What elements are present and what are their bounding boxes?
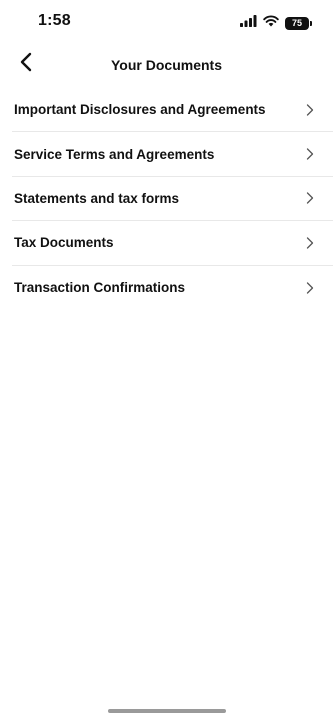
status-bar: 1:58 75 (0, 0, 333, 44)
chevron-right-icon (303, 103, 317, 117)
documents-list: Important Disclosures and Agreements Ser… (0, 88, 333, 310)
list-item-label: Transaction Confirmations (14, 280, 186, 296)
chevron-right-icon (303, 147, 317, 161)
header: Your Documents (0, 48, 333, 84)
home-indicator[interactable] (108, 709, 226, 713)
status-icons: 75 (240, 14, 312, 32)
chevron-right-icon (303, 281, 317, 295)
status-time: 1:58 (38, 12, 71, 29)
list-item-tax-documents[interactable]: Tax Documents (12, 221, 333, 266)
list-item-service-terms[interactable]: Service Terms and Agreements (12, 132, 333, 177)
chevron-right-icon (303, 191, 317, 205)
list-item-label: Statements and tax forms (14, 190, 180, 206)
list-item-statements-tax-forms[interactable]: Statements and tax forms (12, 177, 333, 222)
list-item-important-disclosures[interactable]: Important Disclosures and Agreements (12, 88, 333, 133)
battery-icon: 75 (285, 16, 312, 30)
list-item-transaction-confirmations[interactable]: Transaction Confirmations (12, 266, 333, 310)
list-item-label: Important Disclosures and Agreements (14, 102, 266, 118)
list-item-label: Tax Documents (14, 235, 114, 251)
chevron-right-icon (303, 236, 317, 250)
list-item-label: Service Terms and Agreements (14, 146, 215, 162)
page-title: Your Documents (111, 57, 222, 73)
wifi-icon (263, 14, 279, 32)
cellular-signal-icon (240, 14, 257, 32)
